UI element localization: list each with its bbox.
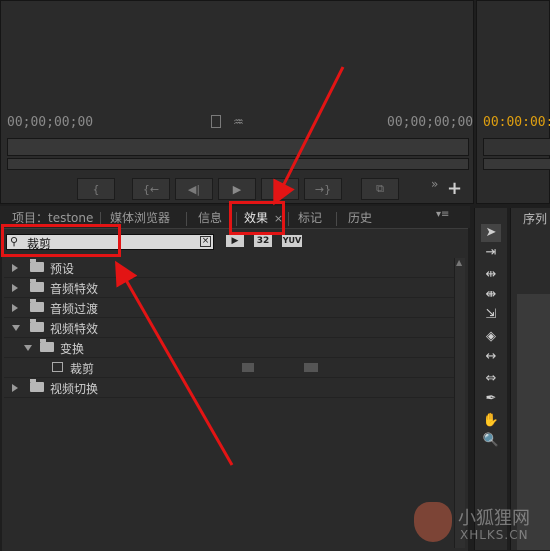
arrow-to-effects-tab [273,66,345,206]
watermark: 小狐狸网 XHLKS.CN [408,498,550,548]
watermark-name: 小狐狸网 [458,508,530,529]
arrow-to-search [115,260,234,466]
annotation-arrows [115,66,345,466]
fox-logo-icon [414,502,452,542]
watermark-url: XHLKS.CN [460,528,529,542]
